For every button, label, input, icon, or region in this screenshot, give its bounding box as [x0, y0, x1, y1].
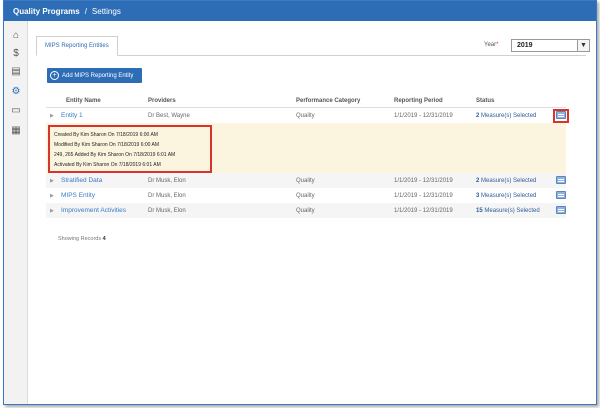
status-text: Measure(s) Selected [481, 112, 537, 119]
document-icon[interactable]: ▤ [4, 63, 28, 79]
created-by-text: Created By Kim Sharon On 7/18/2019 6:00 … [54, 132, 158, 138]
status-count: 3 [476, 192, 480, 199]
modified-by-text: Modified By Kim Sharon On 7/18/2019 6:00… [54, 142, 160, 148]
category-cell: Quality [296, 192, 315, 199]
table-row[interactable]: ▶ Stratified Data Dr Musk, Elon Quality … [46, 173, 566, 188]
expand-arrow-icon[interactable]: ▶ [50, 173, 54, 188]
breadcrumb-settings: Settings [91, 6, 121, 16]
tab-divider [36, 55, 586, 56]
records-label: Showing Records [58, 236, 102, 242]
expand-arrow-icon[interactable]: ▶ [50, 108, 54, 123]
app-window: Quality Programs / Settings ⌂ $ ▤ ⚙ ▭ ▦ … [3, 0, 597, 405]
expand-arrow-icon[interactable]: ▶ [50, 188, 54, 203]
entity-name-link[interactable]: Entity 1 [61, 108, 83, 123]
status-count: 2 [476, 112, 480, 119]
provider-cell: Dr Musk, Elon [148, 192, 186, 199]
year-label: Year* [484, 42, 498, 48]
period-cell: 1/1/2019 - 12/31/2019 [394, 177, 453, 184]
period-cell: 1/1/2019 - 12/31/2019 [394, 112, 453, 119]
breadcrumb-quality-programs[interactable]: Quality Programs [13, 7, 80, 16]
status-link[interactable]: 15 Measure(s) Selected [476, 203, 540, 218]
provider-cell: Dr Musk, Elon [148, 177, 186, 184]
status-count: 15 [476, 207, 483, 214]
highlight-box [553, 109, 569, 123]
breadcrumb-separator: / [84, 6, 87, 16]
top-bar: Quality Programs / Settings [4, 1, 596, 21]
status-link[interactable]: 2 Measure(s) Selected [476, 173, 536, 188]
records-count: Showing Records 4 [58, 236, 106, 242]
status-text: Measure(s) Selected [481, 192, 537, 199]
add-button-label: Add MIPS Reporting Entity [62, 72, 134, 79]
card-icon[interactable]: ▭ [4, 102, 28, 118]
entity-name-link[interactable]: MIPS Entity [61, 188, 95, 203]
year-select[interactable]: 2019 ▼ [511, 39, 590, 52]
activated-by-text: Activated By Kim Sharon On 7/18/2019 6:0… [54, 162, 161, 168]
status-count: 2 [476, 177, 480, 184]
details-icon[interactable] [556, 191, 566, 199]
column-header-reporting-period[interactable]: Reporting Period [394, 98, 443, 104]
report-icon[interactable]: ▦ [4, 122, 28, 138]
year-label-text: Year [484, 42, 497, 48]
category-cell: Quality [296, 177, 315, 184]
table-row[interactable]: ▶ Entity 1 Dr Best, Wayne Quality 1/1/20… [46, 108, 566, 123]
details-icon[interactable] [556, 176, 566, 184]
plus-circle-icon: + [50, 71, 59, 80]
add-mips-reporting-entity-button[interactable]: + Add MIPS Reporting Entity [47, 68, 142, 83]
column-header-status[interactable]: Status [476, 98, 494, 104]
chevron-down-icon[interactable]: ▼ [577, 40, 589, 51]
home-icon[interactable]: ⌂ [4, 27, 28, 43]
status-text: Measure(s) Selected [481, 177, 537, 184]
category-cell: Quality [296, 112, 315, 119]
dollar-icon[interactable]: $ [4, 45, 28, 61]
tab-mips-reporting-entities[interactable]: MIPS Reporting Entities [36, 36, 118, 56]
column-header-providers[interactable]: Providers [148, 98, 176, 104]
provider-cell: Dr Musk, Elon [148, 207, 186, 214]
column-header-performance-category[interactable]: Performance Category [296, 98, 360, 104]
year-select-value: 2019 [517, 42, 533, 49]
added-by-text: 249, 265 Added By Kim Sharon On 7/18/201… [54, 152, 176, 158]
table-row[interactable]: ▶ Improvement Activities Dr Musk, Elon Q… [46, 203, 566, 218]
audit-info-box: Created By Kim Sharon On 7/18/2019 6:00 … [48, 125, 212, 173]
table-row[interactable]: ▶ MIPS Entity Dr Musk, Elon Quality 1/1/… [46, 188, 566, 203]
entity-name-link[interactable]: Improvement Activities [61, 203, 126, 218]
details-icon[interactable] [556, 206, 566, 214]
status-text: Measure(s) Selected [484, 207, 540, 214]
expand-arrow-icon[interactable]: ▶ [50, 203, 54, 218]
gear-icon[interactable]: ⚙ [4, 83, 28, 99]
period-cell: 1/1/2019 - 12/31/2019 [394, 207, 453, 214]
column-header-entity-name[interactable]: Entity Name [66, 98, 101, 104]
sidebar: ⌂ $ ▤ ⚙ ▭ ▦ [4, 21, 28, 404]
entity-name-link[interactable]: Stratified Data [61, 173, 102, 188]
period-cell: 1/1/2019 - 12/31/2019 [394, 192, 453, 199]
status-link[interactable]: 3 Measure(s) Selected [476, 188, 536, 203]
required-mark: * [496, 42, 499, 48]
main-content: MIPS Reporting Entities Year* 2019 ▼ + A… [28, 21, 596, 404]
category-cell: Quality [296, 207, 315, 214]
provider-cell: Dr Best, Wayne [148, 112, 190, 119]
records-number: 4 [102, 236, 106, 242]
status-link[interactable]: 2 Measure(s) Selected [476, 108, 536, 123]
